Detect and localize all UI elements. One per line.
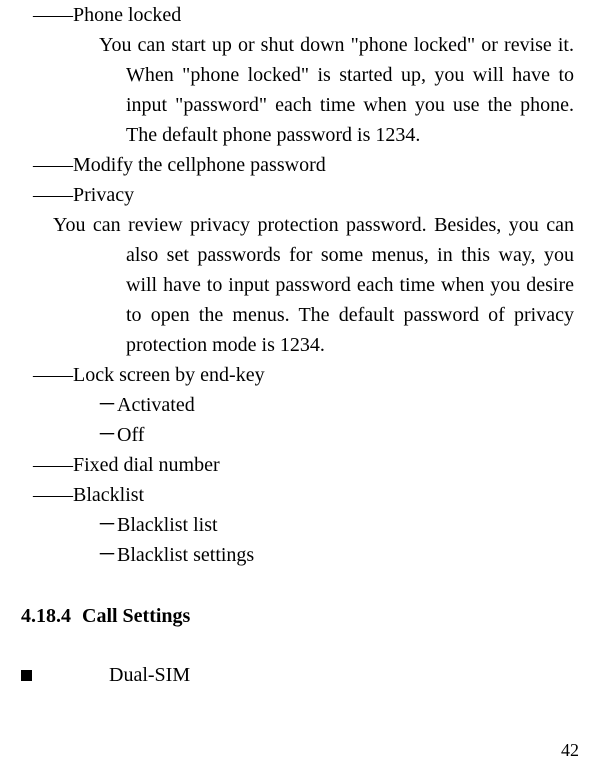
lock-screen-off: －Off bbox=[97, 420, 574, 450]
phone-locked-heading: ――Phone locked bbox=[33, 0, 574, 30]
phone-locked-body: You can start up or shut down "phone loc… bbox=[126, 30, 574, 150]
section-title: Call Settings bbox=[82, 604, 190, 628]
dual-sim-row: Dual-SIM bbox=[21, 662, 574, 688]
dual-sim-label: Dual-SIM bbox=[109, 662, 190, 688]
fixed-dial-heading: ――Fixed dial number bbox=[33, 450, 574, 480]
square-bullet-icon bbox=[21, 670, 32, 681]
page-number: 42 bbox=[561, 740, 579, 761]
privacy-heading: ――Privacy bbox=[33, 180, 574, 210]
manual-page: ――Phone locked You can start up or shut … bbox=[0, 0, 595, 769]
modify-password-heading: ――Modify the cellphone password bbox=[33, 150, 574, 180]
lock-screen-activated: －Activated bbox=[97, 390, 574, 420]
section-heading-row: 4.18.4 Call Settings bbox=[21, 604, 574, 628]
lock-screen-heading: ――Lock screen by end-key bbox=[33, 360, 574, 390]
privacy-body: You can review privacy protection passwo… bbox=[126, 210, 574, 360]
blacklist-heading: ――Blacklist bbox=[33, 480, 574, 510]
blacklist-settings-item: －Blacklist settings bbox=[97, 540, 574, 570]
section-number: 4.18.4 bbox=[21, 604, 71, 628]
blacklist-list-item: －Blacklist list bbox=[97, 510, 574, 540]
